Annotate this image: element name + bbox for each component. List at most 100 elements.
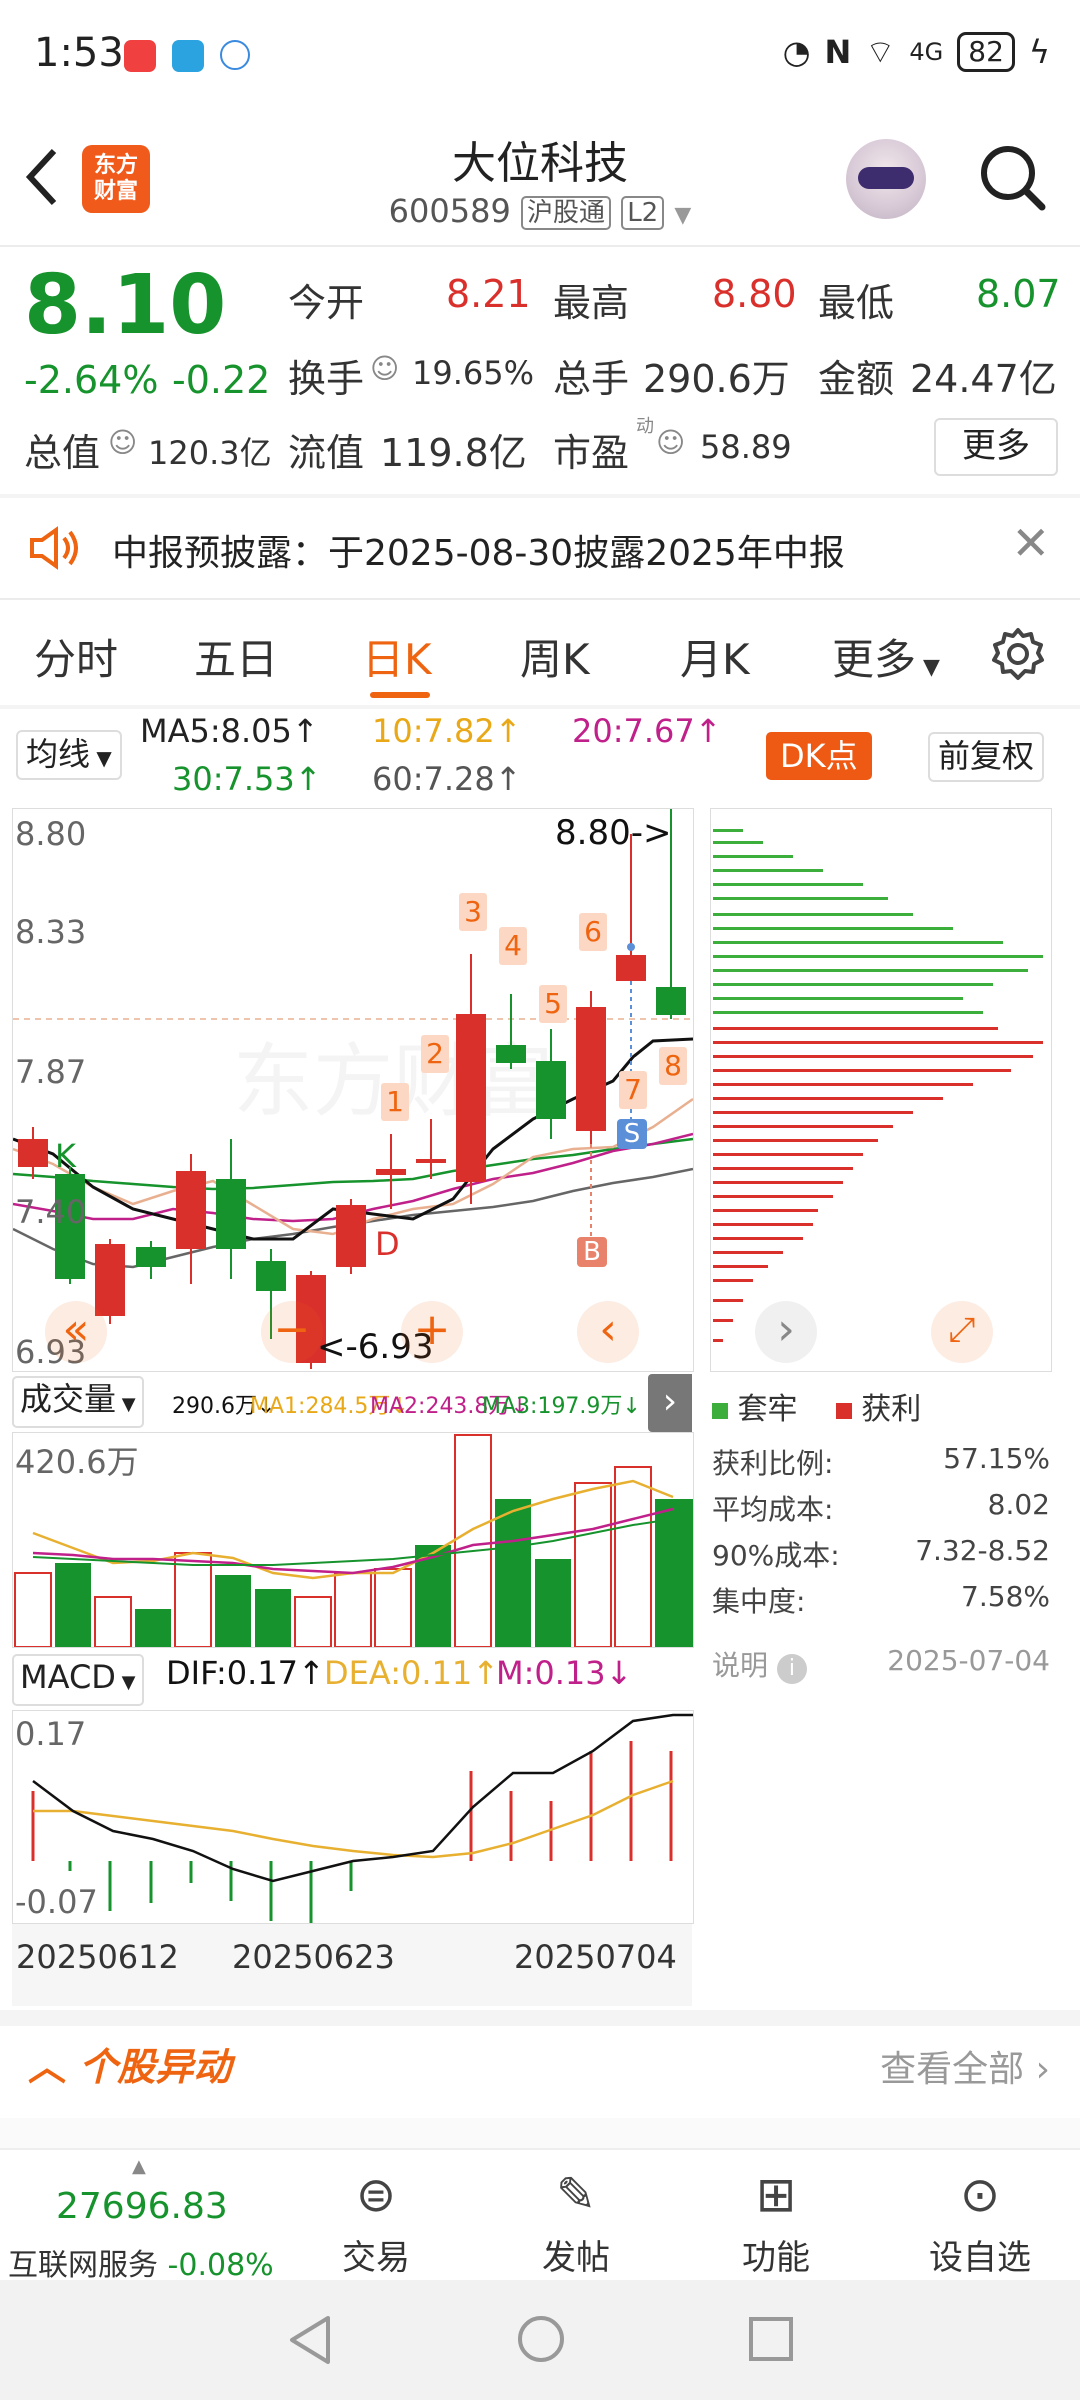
- system-home-icon[interactable]: [516, 2314, 566, 2368]
- status-bar: 1:53 ◔ N ⌔ 4G 82 ϟ: [0, 0, 1080, 115]
- status-time: 1:53: [34, 30, 124, 76]
- sequence-mark: 7: [619, 1071, 647, 1109]
- date-label: 20250704: [514, 1938, 677, 1976]
- period-tabs: 分时 五日 日K 周K 月K 更多 ▼: [0, 600, 1080, 705]
- sequence-mark: 2: [421, 1035, 449, 1073]
- info-icon[interactable]: ☺: [108, 426, 137, 459]
- status-icons: ◔ N ⌔ 4G 82 ϟ: [783, 32, 1050, 72]
- macd-chart[interactable]: 0.17 -0.07: [12, 1710, 694, 1924]
- sequence-mark: 5: [539, 985, 567, 1023]
- chip-next-icon[interactable]: ›: [755, 1301, 817, 1363]
- movement-title[interactable]: ︿ 个股异动: [28, 2036, 231, 2091]
- ma-selector[interactable]: 均线 ▼: [16, 730, 122, 780]
- tab-monthly-k[interactable]: 月K: [680, 626, 750, 687]
- close-icon[interactable]: ✕: [1011, 516, 1050, 570]
- sequence-mark: 8: [659, 1047, 687, 1085]
- ma5-value: MA5:8.05↑: [140, 712, 319, 750]
- nav-functions[interactable]: ⊞ 功能: [686, 2160, 866, 2279]
- sequence-mark: 6: [579, 913, 607, 951]
- ma60-value: 60:7.28↑: [372, 760, 522, 798]
- sequence-mark: 1: [381, 1083, 409, 1121]
- date-label: 20250623: [232, 1938, 395, 1976]
- notice-bar[interactable]: 中报预披露：于2025-08-30披露2025年中报 ✕: [0, 496, 1080, 596]
- pe-value: 58.89: [700, 428, 792, 466]
- info-icon[interactable]: ☺: [656, 426, 685, 459]
- mktcap-value: 120.3亿: [148, 434, 272, 472]
- expand-icon[interactable]: ⤢: [931, 1301, 993, 1363]
- open-value: 8.21: [446, 272, 531, 316]
- caret-up-icon: ▲: [132, 2156, 146, 2177]
- sell-signal-badge[interactable]: S: [617, 1119, 647, 1149]
- robot-assistant-icon[interactable]: [846, 139, 926, 219]
- mktcap-label: 总值: [24, 431, 101, 475]
- turnover-label: 换手: [288, 357, 365, 401]
- signal-icon: 4G: [909, 38, 944, 66]
- tab-weekly-k[interactable]: 周K: [520, 626, 590, 687]
- chip-date: 2025-07-04: [887, 1644, 1050, 1677]
- search-icon[interactable]: [978, 143, 1048, 213]
- chip-row-label: 平均成本:: [712, 1493, 834, 1526]
- speed-icon: ◔: [782, 33, 811, 71]
- amount-label: 金额: [818, 357, 895, 401]
- nav-trade[interactable]: ⊜ 交易: [286, 2160, 466, 2279]
- macd-selector[interactable]: MACD ▼: [12, 1654, 144, 1706]
- volume-chart[interactable]: 420.6万: [12, 1432, 694, 1648]
- macd-bottom-label: -0.07: [15, 1883, 98, 1921]
- volume-label: 总手: [553, 357, 630, 401]
- profit-swatch: [835, 1403, 852, 1419]
- chip-row-value: 57.15%: [943, 1442, 1050, 1475]
- chip-row-value: 8.02: [987, 1488, 1050, 1521]
- buy-signal-badge[interactable]: B: [577, 1237, 607, 1267]
- volume-value: 290.6万: [643, 357, 790, 401]
- adjust-button[interactable]: 前复权: [928, 732, 1045, 782]
- dropdown-icon: ▼: [674, 203, 692, 228]
- date-axis: 20250612 20250623 20250704: [12, 1924, 692, 2006]
- panel-toggle-icon[interactable]: ›: [648, 1374, 692, 1432]
- ma10-value: 10:7.82↑: [372, 712, 522, 750]
- wifi-icon: ⌔: [865, 33, 896, 71]
- charging-icon: ϟ: [1028, 33, 1050, 71]
- chip-row-label: 获利比例:: [712, 1447, 834, 1480]
- open-label: 今开: [288, 281, 365, 325]
- scroll-left-fast-icon[interactable]: «: [45, 1301, 107, 1363]
- system-back-icon[interactable]: [286, 2314, 334, 2370]
- tab-five-day[interactable]: 五日: [194, 626, 278, 687]
- tab-daily-k[interactable]: 日K: [362, 626, 432, 687]
- battery-icon: 82: [957, 32, 1015, 72]
- chip-note[interactable]: 说明 i: [712, 1644, 807, 1684]
- dropdown-icon: ▼: [916, 655, 940, 680]
- info-icon: i: [776, 1654, 807, 1684]
- indicator-selector[interactable]: 成交量 ▼: [12, 1376, 144, 1428]
- index-value: 27696.83: [56, 2186, 228, 2227]
- volume-ma3: MA3:197.9万↓: [482, 1394, 641, 1419]
- info-icon[interactable]: ☺: [370, 352, 399, 385]
- kline-chart[interactable]: 东方财富 8.80 8.33 7.87 7.40 6.93 8.80-> <-6…: [12, 808, 694, 1372]
- view-all-link[interactable]: 查看全部 ›: [880, 2040, 1050, 2092]
- current-price: 8.10: [24, 258, 227, 353]
- signal-d: D: [375, 1225, 400, 1263]
- dk-point-button[interactable]: DK点: [766, 732, 872, 780]
- nav-post[interactable]: ✎ 发帖: [486, 2160, 666, 2279]
- chip-distribution-chart[interactable]: › ⤢: [710, 808, 1052, 1372]
- pe-label: 市盈: [553, 431, 630, 475]
- tab-more[interactable]: 更多 ▼: [832, 626, 940, 687]
- price-axis-label: 8.33: [15, 913, 87, 951]
- notification-app-icon: [172, 40, 204, 72]
- nfc-icon: N: [824, 33, 852, 71]
- more-button[interactable]: 更多: [934, 418, 1058, 476]
- system-recents-icon[interactable]: [748, 2316, 794, 2366]
- yen-coin-icon: ⊜: [355, 2167, 397, 2223]
- pe-superscript: 动: [636, 416, 654, 437]
- settings-gear-icon[interactable]: [990, 626, 1046, 686]
- sequence-mark: 3: [459, 893, 487, 931]
- stock-header: 东方 财富 大位科技 600589 沪股通 L2 ▼: [0, 115, 1080, 245]
- tab-intraday[interactable]: 分时: [34, 626, 118, 687]
- chip-row-value: 7.32-8.52: [915, 1534, 1050, 1567]
- nav-add-watchlist[interactable]: ⊙ 设自选: [890, 2160, 1070, 2279]
- scroll-left-icon[interactable]: ‹: [577, 1301, 639, 1363]
- zoom-out-icon[interactable]: −: [261, 1301, 323, 1363]
- robot-eyes: [858, 167, 914, 189]
- low-label: 最低: [818, 281, 895, 325]
- system-nav-bar: [0, 2280, 1080, 2400]
- zoom-in-icon[interactable]: +: [401, 1301, 463, 1363]
